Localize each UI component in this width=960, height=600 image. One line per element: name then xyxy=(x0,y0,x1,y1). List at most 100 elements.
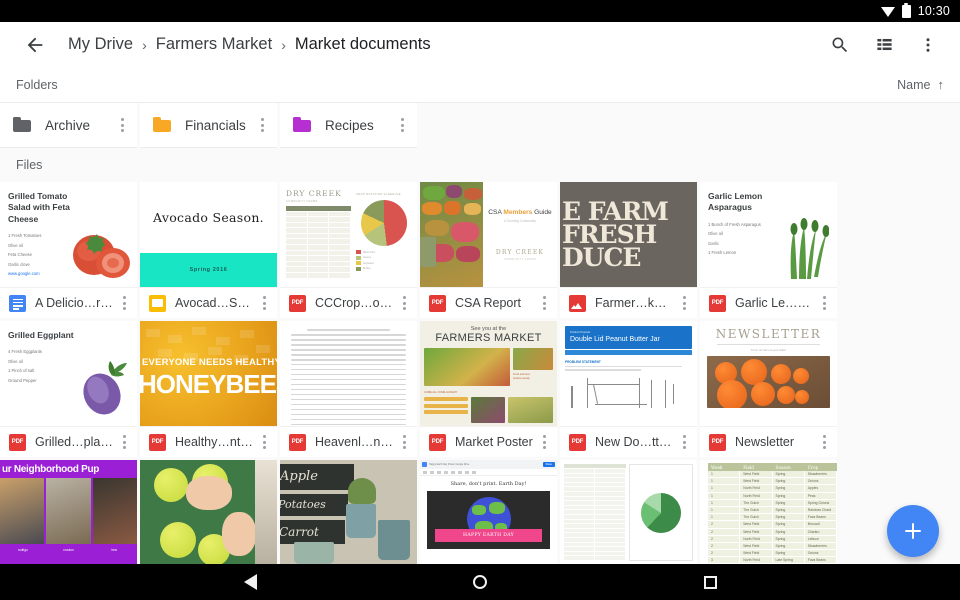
file-card[interactable]: E FARM FRESH DUCE Farmer…ket.JPG xyxy=(560,182,697,318)
breadcrumb-item-market-documents[interactable]: Market documents xyxy=(295,35,431,54)
pups-captions: rodrigo crouton bea xyxy=(0,544,137,556)
file-card-footer: PDF CCCrop…ons.pdf xyxy=(280,287,417,318)
file-card[interactable]: Product Proposal Double Lid Peanut Butte… xyxy=(560,321,697,457)
thumb-title: Grilled Eggplant xyxy=(8,330,74,340)
add-icon[interactable] xyxy=(887,505,939,557)
list-view-icon[interactable] xyxy=(864,25,904,65)
docs-app-bar: Happy Earth Day Poster Google Drive Shar… xyxy=(420,460,557,469)
file-thumbnail: Grilled Eggplant 4 Fresh Eggplants Olive… xyxy=(0,321,137,426)
share-button: Share xyxy=(542,462,555,467)
folders-section-header: Folders Name ↑ xyxy=(0,67,960,103)
back-arrow-icon[interactable] xyxy=(16,26,54,64)
table-cell: Peas xyxy=(804,492,836,499)
more-vert-icon[interactable] xyxy=(113,296,135,310)
file-card-footer: PDF Grilled…plant23 xyxy=(0,426,137,457)
folder-item-archive[interactable]: Archive xyxy=(0,103,137,148)
file-card[interactable]: CSA Members Guide A Growing Community DR… xyxy=(420,182,557,318)
file-thumbnail: ur Neighborhood Pup rodrigo crouton bea xyxy=(0,460,137,564)
breadcrumb-item-farmers-market[interactable]: Farmers Market xyxy=(156,35,272,54)
table-row: 2 West Field Spring Broccoli xyxy=(708,521,837,529)
more-vert-icon[interactable] xyxy=(673,435,695,449)
table-row: 1 West Field Spring Strawberries xyxy=(708,471,837,479)
table-cell: Fava Beans xyxy=(804,514,836,521)
table-cell: Spring xyxy=(772,542,804,550)
sort-control[interactable]: Name ↑ xyxy=(897,77,944,92)
battery-icon xyxy=(901,2,911,18)
more-vert-icon[interactable] xyxy=(391,118,413,132)
more-vert-icon[interactable] xyxy=(393,296,415,310)
more-vert-icon[interactable] xyxy=(251,118,273,132)
thumb-table xyxy=(286,205,351,278)
content-scroll-area[interactable]: Folders Name ↑ Archive Financials Recipe… xyxy=(0,67,960,564)
nav-back-icon[interactable] xyxy=(230,564,270,600)
status-clock: 10:30 xyxy=(917,4,950,18)
file-card[interactable]: Apple Potatoes Carrot xyxy=(280,460,417,564)
file-type-label: PDF xyxy=(151,439,164,445)
app-toolbar: My Drive › Farmers Market › Market docum… xyxy=(0,22,960,67)
file-card[interactable]: EVERYONE NEEDS HEALTHY HONEYBEES PDF Hea… xyxy=(140,321,277,457)
table-row: 1 The Gulch Spring Rainbow Chard xyxy=(708,506,837,515)
crop-table-preview: Week Field Season Crop 1 West Field Spring… xyxy=(700,460,837,564)
thumb-caption: Share, don't print. Earth Day! xyxy=(450,481,527,487)
more-vert-icon[interactable] xyxy=(393,435,415,449)
table-cell: West Field xyxy=(740,478,772,485)
eggplant-illustration xyxy=(83,361,127,415)
more-vert-icon[interactable] xyxy=(111,118,133,132)
file-card[interactable]: NEWSLETTER "From our farm to your table" xyxy=(700,321,837,457)
file-thumbnail: Week Field Season Crop 1 West Field Spring… xyxy=(700,460,837,564)
folder-item-financials[interactable]: Financials xyxy=(140,103,277,148)
breadcrumb-item-my-drive[interactable]: My Drive xyxy=(68,35,133,54)
poster-images-row: Fresh and local produce weekly xyxy=(424,348,553,386)
more-vert-icon[interactable] xyxy=(253,296,275,310)
nav-recents-icon[interactable] xyxy=(690,564,730,600)
more-vert-icon[interactable] xyxy=(533,435,555,449)
file-card[interactable]: Grilled Eggplant 4 Fresh Eggplants Olive… xyxy=(0,321,137,457)
more-vert-icon[interactable] xyxy=(253,435,275,449)
chart-legend: Mixed Corn Greens Soybeans Berries xyxy=(356,250,411,271)
more-vert-icon[interactable] xyxy=(813,435,835,449)
file-name: Farmer…ket.JPG xyxy=(595,296,673,310)
asparagus-illustration xyxy=(790,218,829,279)
table-row: 2 West Field Spring Strawberries xyxy=(708,542,837,551)
thumb-line-3: DUCE xyxy=(562,243,641,272)
file-card[interactable] xyxy=(560,460,697,564)
file-card[interactable]: ur Neighborhood Pup rodrigo crouton bea xyxy=(0,460,137,564)
more-vert-icon[interactable] xyxy=(813,296,835,310)
drive-app-window: 10:30 My Drive › Farmers Market › Market… xyxy=(0,0,960,600)
file-thumbnail: Garlic Lemon Asparagus 1 Bunch of Fresh … xyxy=(700,182,837,287)
more-vert-icon[interactable] xyxy=(533,296,555,310)
file-card[interactable]: Grilled Tomato Salad with Feta Cheese 1 … xyxy=(0,182,137,318)
file-card[interactable]: PDF Heavenl…nhnms xyxy=(280,321,417,457)
file-thumbnail: EVERYONE NEEDS HEALTHY HONEYBEES xyxy=(140,321,277,426)
file-thumbnail: E FARM FRESH DUCE xyxy=(560,182,697,287)
file-card[interactable]: Avocado Season. Spring 2016 Avocad…Seaso… xyxy=(140,182,277,318)
column-header: Crop xyxy=(807,464,819,470)
table-cell: 1 xyxy=(708,485,740,492)
wifi-icon xyxy=(880,6,895,17)
file-card[interactable]: Tennis Time.jpg xyxy=(140,460,277,564)
thumb-title: Double Lid Peanut Butter Jar xyxy=(570,336,660,343)
more-vert-icon[interactable] xyxy=(113,435,135,449)
breadcrumb-separator: › xyxy=(142,36,147,53)
folder-label: Archive xyxy=(45,117,91,133)
table-cell: Onions xyxy=(804,478,836,485)
table-row: 2 North Field Spring Lettuce xyxy=(708,535,837,543)
file-card[interactable]: Happy Earth Day Poster Google Drive Shar… xyxy=(420,460,557,564)
table-cell: The Gulch xyxy=(740,514,772,521)
breadcrumb: My Drive › Farmers Market › Market docum… xyxy=(68,35,820,54)
file-card[interactable]: Week Field Season Crop 1 West Field Spring… xyxy=(700,460,837,564)
file-card[interactable]: See you at the FARMERS MARKET Fresh and … xyxy=(420,321,557,457)
file-card[interactable]: DRY CREEK COMMUNITY FARMS CROP ROTATION … xyxy=(280,182,417,318)
thumb-title: CSA Members Guide xyxy=(488,209,551,216)
more-vert-icon[interactable] xyxy=(673,296,695,310)
more-vert-icon[interactable] xyxy=(908,25,948,65)
folder-item-recipes[interactable]: Recipes xyxy=(280,103,417,148)
file-name: New Do…tter Jar xyxy=(595,435,673,449)
search-icon[interactable] xyxy=(820,25,860,65)
doc-title: Happy Earth Day Poster Google Drive xyxy=(429,463,470,466)
table-cell: Onions xyxy=(804,550,836,557)
thumb-kicker: Product Proposal xyxy=(570,331,590,334)
nav-home-icon[interactable] xyxy=(460,564,500,600)
table-cell: Spring xyxy=(772,506,804,514)
file-card[interactable]: Garlic Lemon Asparagus 1 Bunch of Fresh … xyxy=(700,182,837,318)
